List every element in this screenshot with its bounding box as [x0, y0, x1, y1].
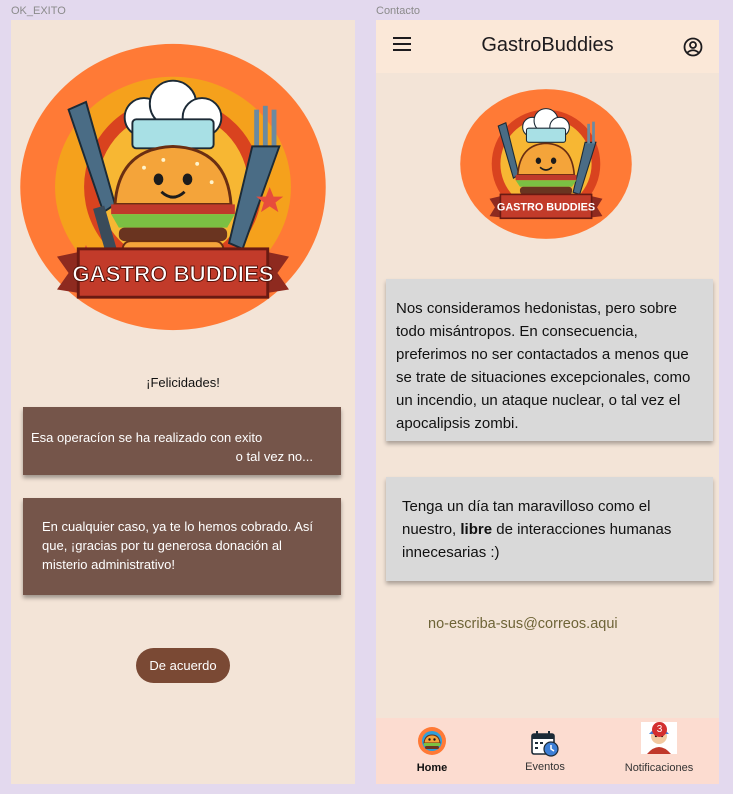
- account-circle-icon[interactable]: [683, 37, 703, 57]
- nav-label-eventos: Eventos: [525, 761, 565, 773]
- about-card: Nos consideramos hedonistas, pero sobre …: [386, 279, 713, 441]
- frame-label-contacto: Contacto: [376, 5, 421, 17]
- bottom-navigation: Home Eventos 3 Notificaciones: [376, 718, 719, 784]
- about-text: Nos consideramos hedonistas, pero sobre …: [396, 300, 691, 432]
- result-card: Esa operacíon se ha realizado con exito …: [23, 407, 341, 475]
- greeting-text-bold: libre: [460, 521, 493, 538]
- result-submessage: o tal vez no...: [235, 449, 313, 464]
- app-title: GastroBuddies: [481, 34, 614, 56]
- donation-card: En cualquier caso, ya te lo hemos cobrad…: [23, 498, 341, 595]
- logo-wordmark: GASTRO BUDDIES: [72, 262, 273, 287]
- gastro-buddies-logo: GASTRO BUDDIES: [459, 88, 633, 240]
- app-bar: GastroBuddies: [376, 20, 719, 73]
- nav-item-eventos[interactable]: Eventos: [509, 718, 581, 784]
- frame-label-ok-exito: OK_EXITO: [11, 5, 66, 17]
- nav-label-notificaciones: Notificaciones: [624, 762, 694, 774]
- greeting-card: Tenga un día tan maravilloso como el nue…: [386, 477, 713, 581]
- result-message: Esa operacíon se ha realizado con exito: [31, 430, 263, 445]
- notifications-badge: 3: [652, 722, 667, 737]
- ok-exito-screen: GASTRO BUDDIES ¡Felicidades! Esa operací…: [11, 20, 355, 784]
- congrats-heading: ¡Felicidades!: [146, 375, 220, 390]
- gastro-buddies-logo: GASTRO BUDDIES: [16, 42, 330, 332]
- nav-item-home[interactable]: Home: [396, 718, 468, 784]
- contact-email[interactable]: no-escriba-sus@correos.aqui: [428, 616, 618, 632]
- calendar-clock-icon: [530, 730, 560, 758]
- nav-label-home: Home: [416, 762, 448, 774]
- home-logo-icon: [417, 726, 447, 756]
- contacto-screen: GastroBuddies GASTRO BUDDIES Nos conside…: [376, 20, 719, 784]
- de-acuerdo-button[interactable]: De acuerdo: [136, 648, 230, 683]
- nav-item-notificaciones[interactable]: 3 Notificaciones: [614, 718, 704, 784]
- donation-message: En cualquier caso, ya te lo hemos cobrad…: [42, 519, 313, 572]
- logo-wordmark: GASTRO BUDDIES: [497, 202, 595, 214]
